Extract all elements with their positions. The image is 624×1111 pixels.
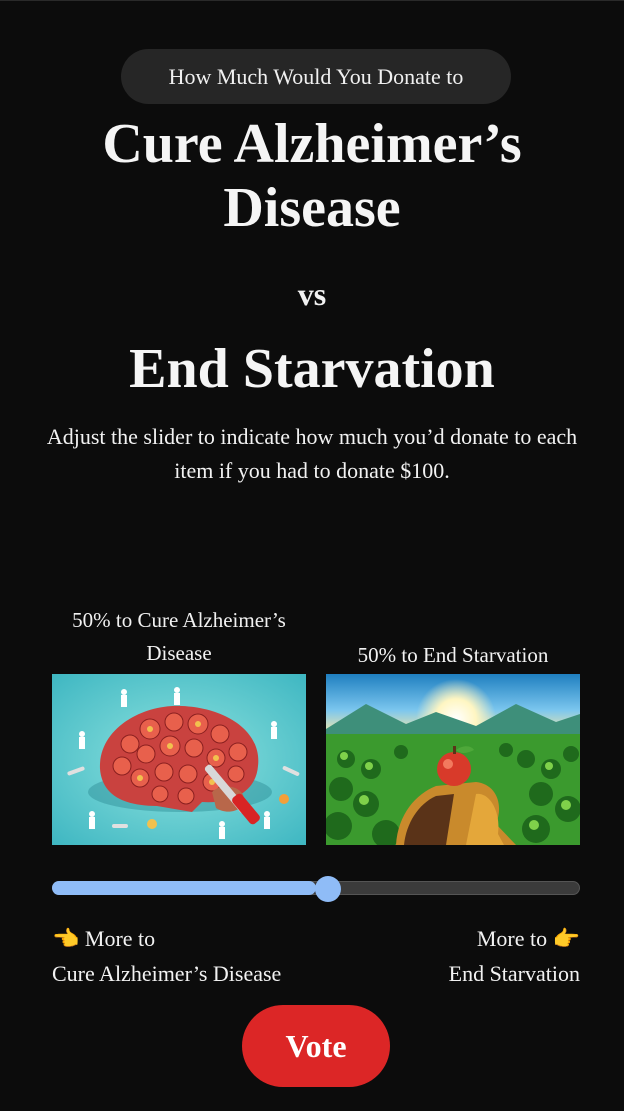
more-to-name-left: Cure Alzheimer’s Disease bbox=[52, 961, 282, 986]
more-to-label-right: More to bbox=[476, 926, 548, 951]
prompt-pill: How Much Would You Donate to bbox=[121, 49, 511, 104]
allocation-slider[interactable] bbox=[52, 876, 580, 902]
more-to-option-b: More to 👉 End Starvation bbox=[449, 922, 580, 991]
more-to-option-a: 👈 More to Cure Alzheimer’s Disease bbox=[52, 922, 281, 991]
option-a-title: Cure Alzheimer’s Disease bbox=[102, 113, 522, 239]
top-divider bbox=[0, 0, 624, 1]
instructions-text: Adjust the slider to indicate how much y… bbox=[46, 424, 578, 483]
prompt-text: How Much Would You Donate to bbox=[168, 63, 464, 89]
vote-button[interactable]: Vote bbox=[242, 1005, 390, 1087]
slider-fill bbox=[52, 881, 316, 895]
more-to-name-right: End Starvation bbox=[448, 961, 580, 986]
slider-thumb[interactable] bbox=[315, 876, 341, 902]
pointing-right-icon: 👉 bbox=[552, 927, 580, 952]
more-to-label-left: More to bbox=[84, 926, 156, 951]
versus-label: vs bbox=[297, 276, 327, 312]
starvation-illustration bbox=[326, 674, 580, 845]
option-a-caption: 50% to Cure Alzheimer’s Disease bbox=[72, 608, 286, 665]
option-b-title: End Starvation bbox=[129, 338, 495, 400]
option-b-caption: 50% to End Starvation bbox=[357, 643, 549, 667]
alzheimers-illustration bbox=[52, 674, 306, 845]
pointing-left-icon: 👈 bbox=[52, 927, 80, 952]
